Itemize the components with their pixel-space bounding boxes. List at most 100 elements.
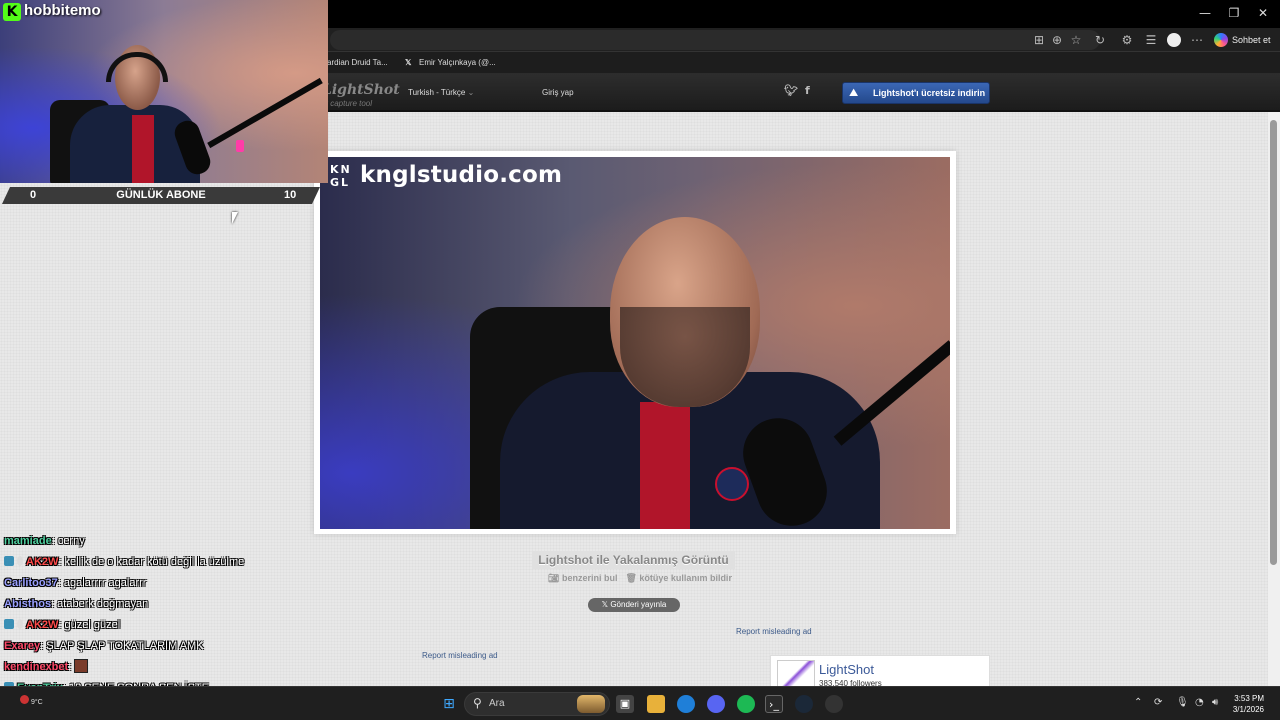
favorites-icon[interactable]: ☰ [1144,33,1158,47]
mouse-cursor-icon [232,212,238,224]
chat-message: AK2W: güzel güzel [4,616,120,634]
sub-goal-current: 0 [30,189,37,201]
weather-widget[interactable]: 9°C [20,695,43,706]
chat-message: Exarey: ŞLAP ŞLAP TOKATLARIM AMK [4,637,204,655]
find-similar-link[interactable]: 📷︎ benzerini bul [548,573,617,584]
x-icon: 𝕏 [601,600,609,609]
close-button[interactable]: ✕ [1250,4,1276,22]
volume-icon[interactable]: 🔊︎ [1212,697,1218,708]
chat-badge-icon [4,619,14,629]
microphone-icon[interactable]: 🎙︎ [1176,697,1189,708]
copilot-label: Sohbet et [1232,35,1271,45]
caption-links: 📷︎ benzerini bul 🗑︎ kötüye kullanım bild… [548,573,732,584]
refresh-icon[interactable]: ↻ [1093,33,1107,47]
chat-username: kendinexbet [4,661,69,673]
language-label: Turkish - Türkçe [408,88,466,97]
post-label: Gönderi yayınla [610,600,667,609]
more-icon[interactable]: ⋯ [1190,33,1204,47]
chevron-up-icon[interactable]: ⌃ [1134,697,1142,708]
wifi-icon[interactable]: ◔ [1195,697,1204,708]
cam-mic-arm [207,77,323,149]
post-button[interactable]: 𝕏 Gönderi yayınla [588,598,680,612]
sub-goal-label: GÜNLÜK ABONE [116,189,206,201]
copilot-icon [1214,33,1228,47]
watermark-logo: KN GL [330,163,352,189]
chat-message: AK2W: kellik de o kadar kötü değil la üz… [4,553,244,571]
start-button-icon[interactable]: ⊞ [440,695,458,713]
steam-icon[interactable] [795,695,813,713]
report-abuse-label: kötüye kullanım bildir [639,573,732,583]
weather-icon [20,695,29,704]
twitter-icon[interactable]: 🐦︎ [784,84,798,97]
restore-button[interactable]: ❐ [1221,4,1247,22]
zoom-icon[interactable]: ⊕ [1050,33,1064,47]
clock[interactable]: 3:53 PM 3/1/2026 [1226,693,1264,715]
chat-message: kendinexbet: [4,658,89,676]
app-icon[interactable] [825,695,843,713]
profile-avatar[interactable] [1167,33,1181,47]
sync-icon[interactable]: ⟳ [1154,697,1162,708]
chat-username: AK2W [26,619,59,631]
apps-icon[interactable]: ⊞ [1032,33,1046,47]
clock-date: 3/1/2026 [1232,705,1264,714]
chat-text: : ataberk doğmayan [51,598,149,610]
jersey-stripe [640,402,690,529]
spotify-icon[interactable] [737,695,755,713]
chat-text: : kellik de o kadar kötü değil la üzülme [58,556,245,568]
facebook-icon[interactable]: f [805,84,810,97]
camera-icon: 📷︎ [548,573,560,583]
discord-icon[interactable] [707,695,725,713]
chat-message: Carlitoo37: agalarrrr agalarrr [4,574,146,592]
chat-text: : ŞLAP ŞLAP TOKATLARIM AMK [40,640,204,652]
chat-text: : [68,661,72,673]
report-abuse-link[interactable]: 🗑︎ kötüye kullanım bildir [625,573,731,584]
download-button[interactable]: ⛰ Lightshot'ı ücretsiz indirin [842,82,990,104]
x-icon: 𝕏 [405,58,412,67]
chevron-down-icon: ⌄ [467,88,475,97]
chat-text: : cerny [51,535,85,547]
chat-username: AK2W [26,556,59,568]
bookmark-item[interactable]: ardian Druid Ta... [327,56,388,70]
chat-badge-icon [17,556,23,566]
weather-temp: 9°C [30,699,43,706]
screenshot-image[interactable]: KN GL knglstudio.com [314,151,956,534]
watermark-text: knglstudio.com [360,162,563,188]
report-ad-link[interactable]: Report misleading ad [422,651,498,660]
copilot-button[interactable]: Sohbet et [1214,32,1271,48]
fb-page-name[interactable]: LightShot [819,662,874,677]
search-icon: ⚲ [473,696,482,710]
search-placeholder: Ara [489,698,505,709]
sub-goal-target: 10 [284,189,297,201]
minimize-button[interactable]: — [1192,4,1218,22]
chat-username: Abisthos [4,598,52,610]
cam-light [236,140,244,152]
taskbar: 9°C ⊞ ⚲ Ara ▣ ›_ ⌃ ⟳ 🎙︎ ◔ 🔊︎ 3:53 PM 3/1… [0,686,1280,720]
caption-title: Lightshot ile Yakalanmış Görüntü [532,551,735,569]
chat-text: : agalarrrr agalarrr [57,577,147,589]
favorite-star-icon[interactable]: ☆ [1069,33,1083,47]
task-view-icon[interactable]: ▣ [616,695,634,713]
taskbar-search[interactable]: ⚲ Ara [464,692,610,716]
chat-badge-icon [4,556,14,566]
cam-jersey-stripe [132,115,154,183]
chat-text: : güzel güzel [58,619,121,631]
chat-message: Abisthos: ataberk doğmayan [4,595,148,613]
lightshot-logo[interactable]: LightShot [322,82,400,98]
webcam-overlay: K hobbitemo [0,0,328,183]
terminal-icon[interactable]: ›_ [765,695,783,713]
download-icon: ⛰ [849,86,859,99]
chat-badge-icon [17,619,23,629]
address-field[interactable] [330,30,1100,50]
find-similar-label: benzerini bul [561,573,618,583]
edge-icon[interactable] [677,695,695,713]
bookmark-item[interactable]: Emir Yalçınkaya (@... [419,56,496,70]
club-crest [715,467,749,501]
extensions-icon[interactable]: ⚙ [1120,33,1134,47]
scrollbar-thumb[interactable] [1270,120,1277,565]
chat-username: mamiade [4,535,52,547]
login-link[interactable]: Giriş yap [542,88,574,97]
language-select[interactable]: Turkish - Türkçe ⌄ [408,88,474,97]
file-explorer-icon[interactable] [647,695,665,713]
report-ad-link[interactable]: Report misleading ad [736,627,812,636]
sub-goal-bar: GÜNLÜK ABONE 0 10 [2,187,320,204]
